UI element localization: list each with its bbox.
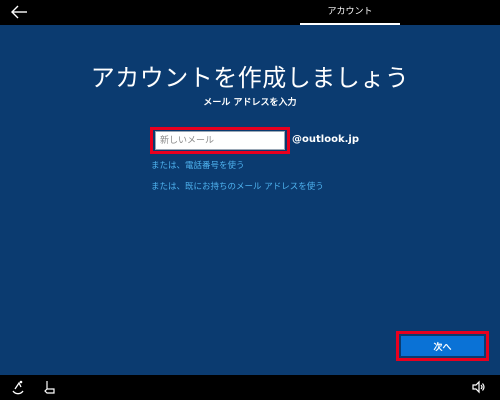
new-email-input[interactable] [155,131,285,150]
page-title: アカウントを作成しましょう [90,64,410,92]
back-arrow-icon[interactable] [9,3,29,21]
accessibility-icon[interactable] [10,379,26,395]
tab-account[interactable]: アカウント [300,0,400,25]
email-domain-label: @outlook.jp [292,134,359,145]
main-panel: アカウントを作成しましょう メール アドレスを入力 @outlook.jp また… [0,25,500,375]
bottom-bar [0,375,500,400]
tab-account-label: アカウント [327,7,373,17]
volume-icon[interactable] [471,379,487,395]
top-bar: アカウント [0,0,500,25]
use-existing-email-link[interactable]: または、既にお持ちのメール アドレスを使う [151,180,324,192]
page-subtitle: メール アドレスを入力 [203,98,297,108]
use-phone-number-link[interactable]: または、電話番号を使う [151,159,245,171]
next-button[interactable]: 次へ [401,336,484,356]
ime-icon[interactable] [42,379,58,395]
